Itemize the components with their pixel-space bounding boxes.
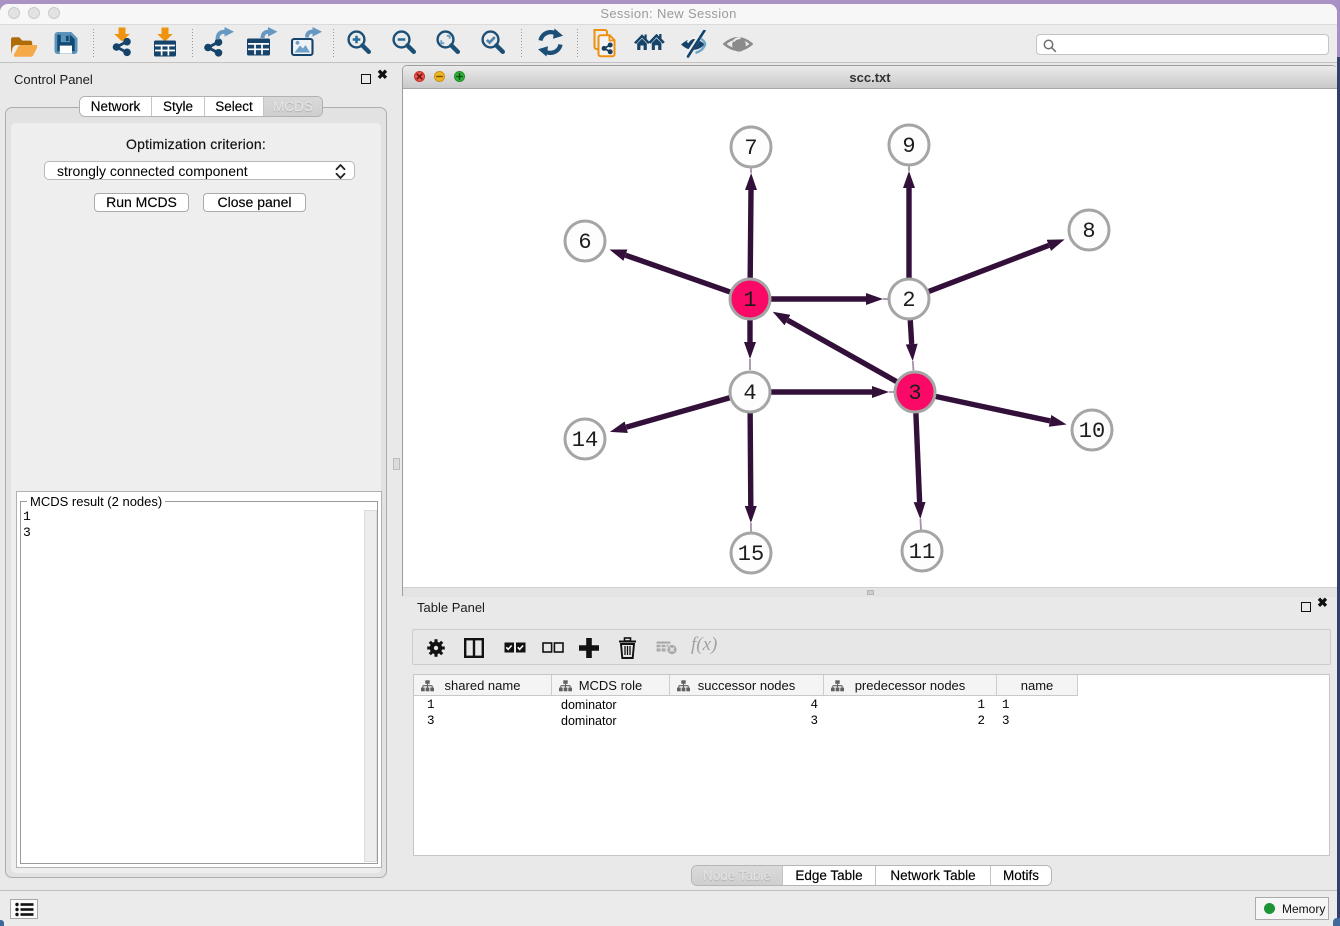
svg-text:4: 4 (743, 381, 756, 406)
svg-text:3: 3 (908, 381, 921, 406)
svg-text:15: 15 (738, 542, 764, 567)
svg-text:10: 10 (1079, 419, 1105, 444)
svg-text:7: 7 (744, 136, 757, 161)
svg-text:1: 1 (743, 288, 756, 313)
svg-text:6: 6 (578, 230, 591, 255)
svg-text:11: 11 (909, 540, 935, 565)
svg-text:14: 14 (572, 428, 598, 453)
svg-text:9: 9 (902, 134, 915, 159)
svg-text:8: 8 (1082, 219, 1095, 244)
svg-text:2: 2 (902, 288, 915, 313)
